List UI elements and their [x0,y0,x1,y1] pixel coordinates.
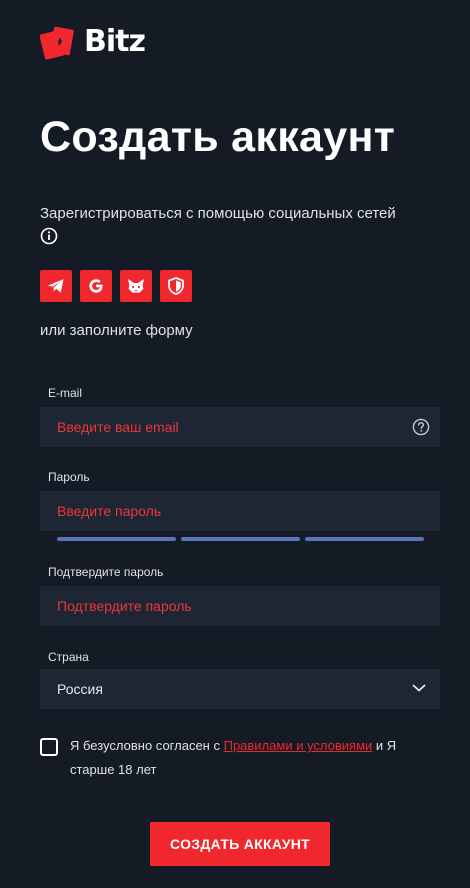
email-field[interactable] [57,419,423,435]
telegram-button[interactable] [40,270,72,302]
password-strength-meter [57,537,424,541]
strength-segment [57,537,176,541]
country-label: Страна [48,650,89,664]
confirm-password-field-wrapper [40,586,440,626]
terms-agreement: Я безусловно согласен с Правилами и усло… [40,737,430,782]
terms-prefix: Я безусловно согласен с [70,738,224,753]
password-field[interactable] [57,503,423,519]
social-signup-label: Зарегистрироваться с помощью социальных … [40,205,396,222]
strength-segment [305,537,424,541]
page-title: Создать аккаунт [40,113,396,161]
password-label: Пароль [48,470,90,484]
confirm-password-field[interactable] [57,598,423,614]
country-select[interactable]: Россия [40,669,440,709]
terms-checkbox[interactable] [40,738,58,756]
metamask-icon [128,279,144,293]
create-account-button[interactable]: СОЗДАТЬ АККАУНТ [150,822,330,866]
signup-page: Bitz Создать аккаунт Зарегистрироваться … [0,0,470,888]
social-buttons [40,270,192,302]
question-icon[interactable] [412,418,430,436]
terms-text: Я безусловно согласен с Правилами и усло… [70,734,430,782]
chevron-down-icon [412,684,426,692]
shield-icon [168,277,184,295]
country-value: Россия [57,681,103,697]
google-icon [89,279,103,293]
form-alt-label: или заполните форму [40,322,193,339]
google-button[interactable] [80,270,112,302]
password-field-wrapper [40,491,440,531]
cards-logo-icon [39,24,78,60]
shield-button[interactable] [160,270,192,302]
email-field-wrapper [40,407,440,447]
telegram-icon [48,279,64,293]
logo-text: Bitz [84,24,146,59]
confirm-password-label: Подтвердите пароль [48,565,164,579]
logo[interactable]: Bitz [39,24,146,60]
terms-link[interactable]: Правилами и условиями [224,738,373,753]
email-label: E-mail [48,386,83,400]
strength-segment [181,537,300,541]
info-icon[interactable] [40,227,58,245]
metamask-button[interactable] [120,270,152,302]
